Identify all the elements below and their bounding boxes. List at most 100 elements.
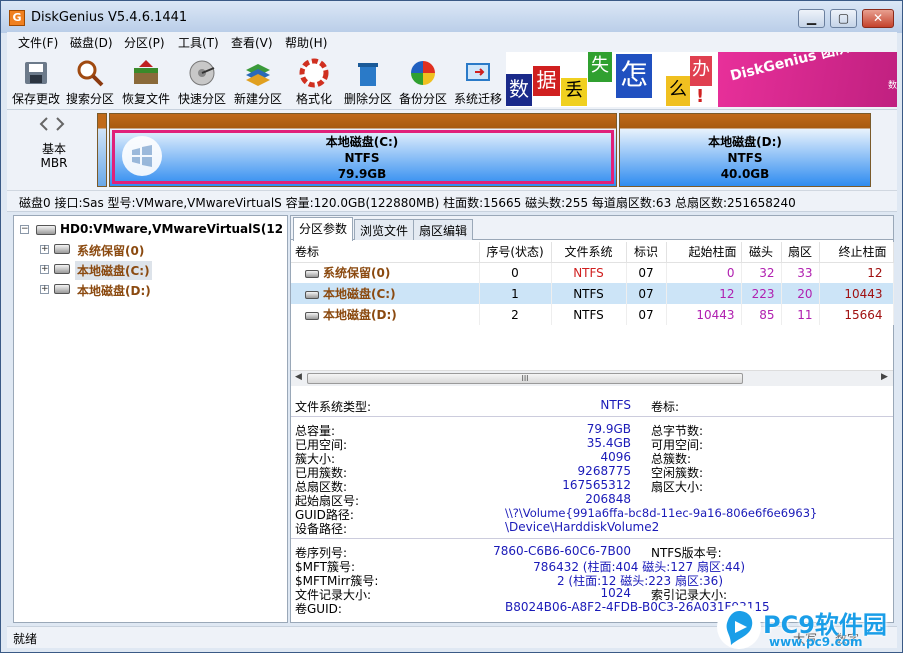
col-header[interactable]: 序号(状态) [479, 242, 552, 263]
close-button[interactable]: ✕ [862, 9, 894, 28]
watermark-url: www.pc9.com [769, 635, 863, 649]
delete-partition-button[interactable]: 删除分区 [341, 56, 395, 106]
col-header[interactable]: 终止柱面 [819, 242, 894, 263]
expand-icon[interactable]: + [40, 245, 49, 254]
info-value: 79.9GB [586, 422, 631, 436]
tree-disk-hd0[interactable]: − HD0:VMware,VMwareVirtualS(120GB) [14, 220, 284, 240]
partition-d-size: 40.0GB [720, 167, 770, 181]
toolbar-label: 备份分区 [398, 92, 447, 106]
tree-item-system-reserved[interactable]: + 系统保留(0) [14, 240, 214, 260]
watermark-logo-icon [717, 605, 761, 649]
scroll-right-icon[interactable]: ▶ [881, 372, 888, 382]
menu-help[interactable]: 帮助(H) [285, 34, 327, 51]
quick-partition-button[interactable]: 快速分区 [175, 56, 229, 106]
new-partition-icon [246, 64, 270, 86]
cell-label: 本地磁盘(C:) [323, 287, 396, 301]
migrate-icon [466, 63, 490, 81]
maximize-button[interactable]: ▢ [830, 9, 857, 28]
table-row[interactable]: 本地磁盘(D:) 2 NTFS 07 10443 85 11 15664 [291, 304, 894, 325]
recover-files-button[interactable]: 恢复文件 [119, 56, 173, 106]
info-value: \\?\Volume{991a6ffa-bc8d-11ec-9a16-806e6… [505, 506, 818, 520]
cell-sector: 20 [781, 283, 820, 304]
disk-nav-arrows-icon[interactable] [37, 116, 67, 132]
partition-c-block[interactable]: 本地磁盘(C:) NTFS 79.9GB [109, 113, 617, 187]
system-migration-button[interactable]: 系统迁移 [451, 56, 505, 106]
info-value: 4096 [600, 450, 631, 464]
cell-head: 223 [741, 283, 782, 304]
col-header[interactable]: 标识 [626, 242, 667, 263]
table-row[interactable]: 本地磁盘(C:) 1 NTFS 07 12 223 20 10443 [291, 283, 894, 304]
horizontal-scrollbar[interactable]: ◀ III ▶ [291, 370, 893, 386]
partition-d-fs: NTFS [727, 151, 763, 165]
partition-icon [54, 264, 70, 274]
banner-char: 丢 [561, 78, 587, 106]
table-row[interactable]: 系统保留(0) 0 NTFS 07 0 32 33 12 [291, 262, 894, 283]
partition-d-block[interactable]: 本地磁盘(D:) NTFS 40.0GB [619, 113, 871, 187]
tree-item-c[interactable]: + 本地磁盘(C:) [14, 260, 214, 280]
col-header[interactable]: 文件系统 [551, 242, 627, 263]
info-key: 卷GUID: [295, 602, 342, 616]
banner-char: ! [696, 86, 705, 107]
search-partition-button[interactable]: 搜索分区 [63, 56, 117, 106]
toolbar-label: 删除分区 [343, 92, 392, 106]
col-header[interactable]: 磁头 [741, 242, 782, 263]
minimize-button[interactable]: ▁ [798, 9, 825, 28]
toolbar-label: 新建分区 [233, 92, 282, 106]
save-changes-button[interactable]: 保存更改 [9, 56, 63, 106]
menu-file[interactable]: 文件(F) [18, 34, 58, 51]
tab-sector-edit[interactable]: 扇区编辑 [413, 219, 474, 240]
tree-disk-label: HD0:VMware,VMwareVirtualS(120GB) [60, 222, 282, 236]
disk-info-bar: 磁盘0 接口:Sas 型号:VMware,VMwareVirtualS 容量:1… [7, 190, 897, 212]
app-logo-icon: G [9, 10, 25, 26]
cell-sector: 33 [781, 262, 820, 283]
menu-view[interactable]: 查看(V) [231, 34, 273, 51]
toolbar-label: 保存更改 [11, 92, 60, 106]
ad-banner[interactable]: 数 据 丢 失 怎 么 办 ! DiskGenius 团队为您服 数 [506, 52, 897, 107]
tab-bar: 分区参数 浏览文件 扇区编辑 [291, 216, 893, 241]
search-icon [77, 60, 104, 87]
cell-sector: 11 [781, 304, 820, 325]
scroll-left-icon[interactable]: ◀ [295, 372, 302, 382]
toolbar-label: 搜索分区 [65, 92, 114, 106]
delete-icon [358, 63, 378, 86]
col-header[interactable]: 卷标 [291, 242, 480, 263]
toolbar-label: 格式化 [295, 92, 332, 106]
cell-start-cyl: 10443 [666, 304, 742, 325]
app-window: G DiskGenius V5.4.6.1441 ▁ ▢ ✕ 文件(F) 磁盘(… [0, 0, 903, 653]
backup-icon [411, 61, 435, 85]
cell-end-cyl: 12 [819, 262, 894, 283]
backup-partition-button[interactable]: 备份分区 [396, 56, 450, 106]
info-value: 1024 [600, 586, 631, 600]
col-header[interactable]: 扇区 [781, 242, 820, 263]
partition-icon [305, 270, 319, 279]
format-button[interactable]: 格式化 [287, 56, 341, 106]
cell-end-cyl: 10443 [819, 283, 894, 304]
tree-item-label: 本地磁盘(C:) [75, 261, 152, 280]
cell-index: 0 [479, 262, 552, 283]
window-title: DiskGenius V5.4.6.1441 [31, 10, 188, 25]
toolbar-label: 系统迁移 [453, 92, 502, 106]
menu-tools[interactable]: 工具(T) [178, 34, 219, 51]
expand-icon[interactable]: + [40, 285, 49, 294]
info-key: 卷标: [651, 400, 680, 414]
scroll-thumb[interactable]: III [307, 373, 743, 384]
tree-item-d[interactable]: + 本地磁盘(D:) [14, 280, 214, 300]
partition-icon [54, 244, 70, 254]
partition-c-name: 本地磁盘(C:) [325, 135, 399, 149]
partition-icon [305, 291, 319, 299]
collapse-icon[interactable]: − [20, 225, 29, 234]
system-reserved-block[interactable] [97, 113, 107, 187]
menu-partition[interactable]: 分区(P) [124, 34, 165, 51]
col-header[interactable]: 起始柱面 [666, 242, 742, 263]
banner-char: 怎 [616, 54, 652, 98]
new-partition-button[interactable]: 新建分区 [231, 56, 285, 106]
tab-browse-files[interactable]: 浏览文件 [354, 219, 415, 240]
disk-icon [36, 225, 56, 235]
expand-icon[interactable]: + [40, 265, 49, 274]
info-value: 9268775 [577, 464, 631, 478]
banner-char: 么 [666, 76, 690, 106]
menu-disk[interactable]: 磁盘(D) [70, 34, 113, 51]
tab-partition-params[interactable]: 分区参数 [293, 217, 354, 241]
cell-end-cyl: 15664 [819, 304, 894, 325]
info-value: \Device\HarddiskVolume2 [505, 520, 660, 534]
